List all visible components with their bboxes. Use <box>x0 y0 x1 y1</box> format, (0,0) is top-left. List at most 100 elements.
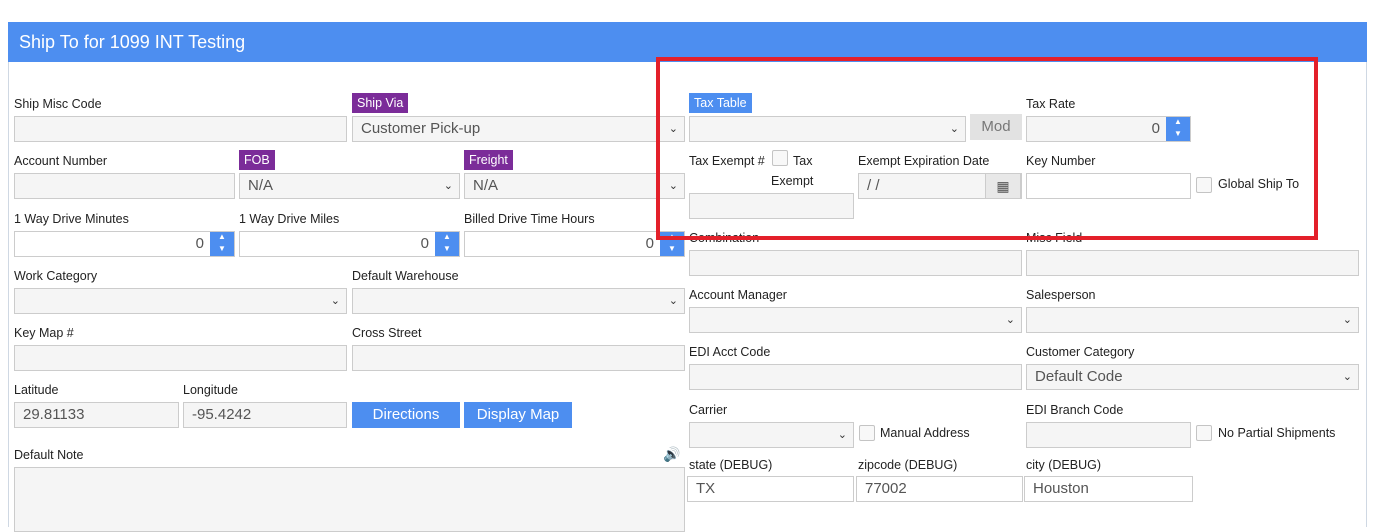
cross-street-input[interactable] <box>352 345 685 371</box>
freight-value: N/A <box>473 177 499 194</box>
city-input[interactable]: Houston <box>1024 476 1193 502</box>
tax-table-label[interactable]: Tax Table <box>689 93 752 113</box>
drive-minutes-input[interactable]: 0 ▲ ▼ <box>14 231 235 257</box>
latitude-input[interactable]: 29.81133 <box>14 402 179 428</box>
spinner-icon[interactable]: ▲ ▼ <box>435 232 459 256</box>
drive-minutes-label: 1 Way Drive Minutes <box>14 212 129 226</box>
tax-exempt-checkbox[interactable] <box>772 150 788 166</box>
ship-via-label[interactable]: Ship Via <box>352 93 409 113</box>
default-warehouse-select[interactable]: ⌄ <box>352 288 685 314</box>
tax-exempt-num-input[interactable] <box>689 193 854 219</box>
work-category-label: Work Category <box>14 269 98 283</box>
account-number-input[interactable] <box>14 173 235 199</box>
speaker-icon[interactable]: 🔊 <box>663 446 680 463</box>
fob-select[interactable]: N/A ⌄ <box>239 173 460 199</box>
spinner-icon[interactable]: ▲ ▼ <box>660 232 684 256</box>
spinner-icon[interactable]: ▲ ▼ <box>1166 117 1190 141</box>
calendar-icon[interactable]: ▦ <box>985 174 1021 198</box>
manual-address-checkbox[interactable] <box>859 425 875 441</box>
tax-table-select[interactable]: ⌄ <box>689 116 966 142</box>
longitude-label: Longitude <box>183 383 238 397</box>
account-number-label: Account Number <box>14 154 108 168</box>
key-number-input[interactable] <box>1026 173 1191 199</box>
combination-input[interactable] <box>689 250 1022 276</box>
salesperson-label: Salesperson <box>1026 288 1096 302</box>
default-warehouse-label: Default Warehouse <box>352 269 459 283</box>
latitude-label: Latitude <box>14 383 59 397</box>
mod-button[interactable]: Mod <box>970 114 1022 140</box>
billed-hours-value: 0 <box>645 235 654 252</box>
display-map-button[interactable]: Display Map <box>464 402 572 428</box>
tax-exempt-cb-label-2: Exempt <box>771 174 814 188</box>
misc-field-input[interactable] <box>1026 250 1359 276</box>
state-label: state (DEBUG) <box>689 458 773 472</box>
edi-branch-code-label: EDI Branch Code <box>1026 403 1124 417</box>
work-category-select[interactable]: ⌄ <box>14 288 347 314</box>
tax-rate-label: Tax Rate <box>1026 97 1076 111</box>
chevron-down-icon: ⌄ <box>1342 314 1352 326</box>
global-ship-to-checkbox[interactable] <box>1196 177 1212 193</box>
spinner-icon[interactable]: ▲ ▼ <box>210 232 234 256</box>
customer-category-select[interactable]: Default Code ⌄ <box>1026 364 1359 390</box>
default-note-textarea[interactable] <box>14 467 685 532</box>
chevron-down-icon: ⌄ <box>1005 314 1015 326</box>
tax-exempt-num-label: Tax Exempt # <box>689 154 765 168</box>
edi-acct-code-label: EDI Acct Code <box>689 345 771 359</box>
no-partial-shipments-label: No Partial Shipments <box>1218 426 1336 440</box>
edi-branch-code-input[interactable] <box>1026 422 1191 448</box>
tax-exempt-cb-label-1: Tax <box>793 154 813 168</box>
billed-hours-input[interactable]: 0 ▲ ▼ <box>464 231 685 257</box>
city-label: city (DEBUG) <box>1026 458 1101 472</box>
key-map-input[interactable] <box>14 345 347 371</box>
ship-via-select[interactable]: Customer Pick-up ⌄ <box>352 116 685 142</box>
ship-misc-code-input[interactable] <box>14 116 347 142</box>
directions-button[interactable]: Directions <box>352 402 460 428</box>
drive-miles-input[interactable]: 0 ▲ ▼ <box>239 231 460 257</box>
chevron-down-icon: ⌄ <box>1342 371 1352 383</box>
misc-field-label: Misc Field <box>1026 231 1083 245</box>
zipcode-input[interactable]: 77002 <box>856 476 1023 502</box>
freight-label[interactable]: Freight <box>464 150 513 170</box>
fob-label[interactable]: FOB <box>239 150 275 170</box>
zipcode-label: zipcode (DEBUG) <box>858 458 958 472</box>
carrier-select[interactable]: ⌄ <box>689 422 854 448</box>
salesperson-select[interactable]: ⌄ <box>1026 307 1359 333</box>
longitude-input[interactable]: -95.4242 <box>183 402 347 428</box>
page-title: Ship To for 1099 INT Testing <box>8 22 1367 62</box>
billed-hours-label: Billed Drive Time Hours <box>464 212 595 226</box>
customer-category-label: Customer Category <box>1026 345 1135 359</box>
chevron-down-icon: ⌄ <box>668 123 678 135</box>
default-note-label: Default Note <box>14 448 84 462</box>
cross-street-label: Cross Street <box>352 326 422 340</box>
global-ship-to-label: Global Ship To <box>1218 177 1300 191</box>
exempt-expiration-label: Exempt Expiration Date <box>858 154 990 168</box>
manual-address-label: Manual Address <box>880 426 970 440</box>
chevron-down-icon: ⌄ <box>330 295 340 307</box>
freight-select[interactable]: N/A ⌄ <box>464 173 685 199</box>
drive-miles-value: 0 <box>420 235 429 252</box>
state-input[interactable]: TX <box>687 476 854 502</box>
tax-rate-value: 0 <box>1151 120 1160 137</box>
key-number-label: Key Number <box>1026 154 1096 168</box>
ship-misc-code-label: Ship Misc Code <box>14 97 102 111</box>
drive-minutes-value: 0 <box>195 235 204 252</box>
combination-label: Combination <box>689 231 760 245</box>
drive-miles-label: 1 Way Drive Miles <box>239 212 340 226</box>
chevron-down-icon: ⌄ <box>949 123 959 135</box>
ship-via-value: Customer Pick-up <box>361 120 481 137</box>
edi-acct-code-input[interactable] <box>689 364 1022 390</box>
chevron-down-icon: ⌄ <box>837 429 847 441</box>
chevron-down-icon: ⌄ <box>668 295 678 307</box>
chevron-down-icon: ⌄ <box>668 180 678 192</box>
chevron-down-icon: ⌄ <box>443 180 453 192</box>
exempt-expiration-value: / / <box>867 177 880 194</box>
fob-value: N/A <box>248 177 274 194</box>
account-manager-select[interactable]: ⌄ <box>689 307 1022 333</box>
exempt-expiration-input[interactable]: / / ▦ <box>858 173 1022 199</box>
carrier-label: Carrier <box>689 403 728 417</box>
no-partial-shipments-checkbox[interactable] <box>1196 425 1212 441</box>
customer-category-value: Default Code <box>1035 368 1123 385</box>
key-map-label: Key Map # <box>14 326 74 340</box>
account-manager-label: Account Manager <box>689 288 787 302</box>
tax-rate-input[interactable]: 0 ▲ ▼ <box>1026 116 1191 142</box>
